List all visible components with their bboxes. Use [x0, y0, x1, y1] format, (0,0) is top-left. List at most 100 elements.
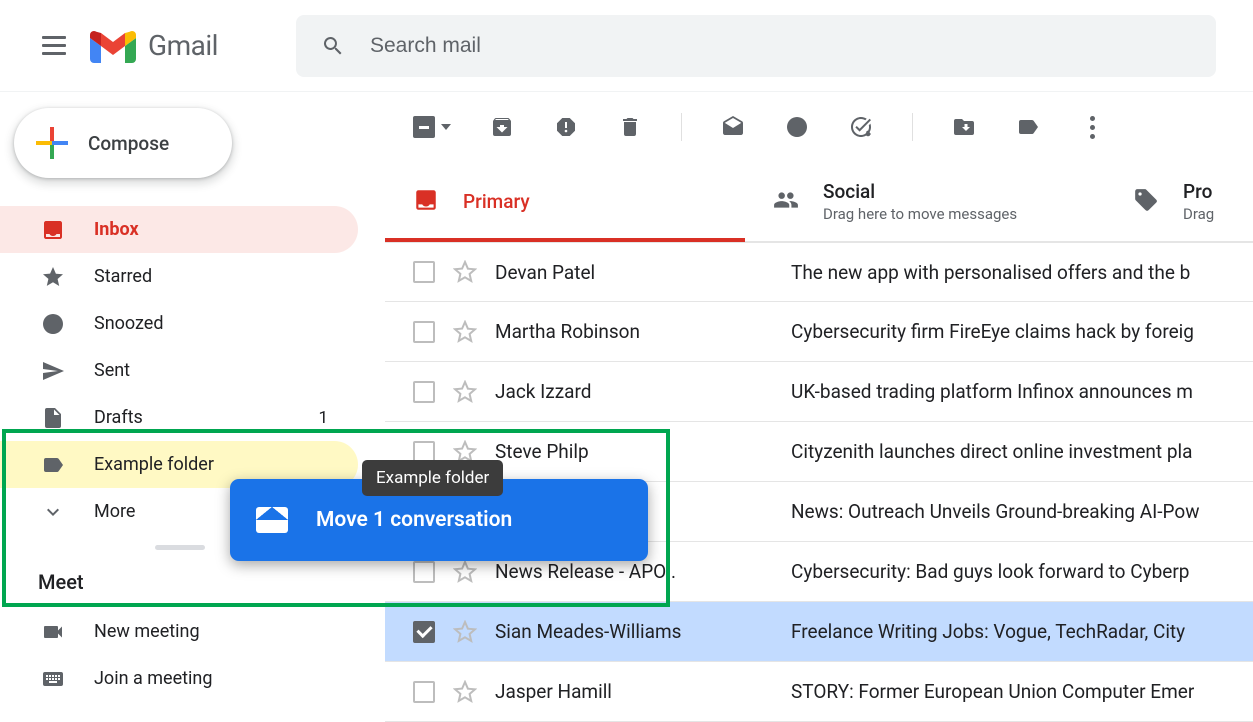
sidebar-item-inbox[interactable]: Inbox: [0, 206, 358, 253]
folder-move-icon: [952, 115, 976, 139]
report-spam-button[interactable]: [553, 114, 579, 140]
expand-icon: [40, 499, 66, 525]
trash-icon: [618, 115, 642, 139]
add-to-tasks-button[interactable]: [848, 114, 874, 140]
mark-read-button[interactable]: [720, 114, 746, 140]
sidebar-item-sent[interactable]: Sent: [0, 347, 358, 394]
row-checkbox[interactable]: [413, 681, 435, 703]
header: Gmail: [0, 0, 1253, 92]
select-all-button[interactable]: [413, 116, 451, 138]
people-icon: [773, 187, 799, 217]
star-button[interactable]: [453, 560, 477, 584]
category-tabs: Primary SocialDrag here to move messagesP…: [385, 162, 1253, 242]
row-sender: News Release - APO .: [495, 560, 773, 583]
tag-icon: [1133, 187, 1159, 217]
row-subject: Cybersecurity firm FireEye claims hack b…: [791, 320, 1194, 343]
row-subject: STORY: Former European Union Computer Em…: [791, 680, 1194, 703]
inbox-icon: [40, 217, 66, 243]
email-row[interactable]: Jasper Hamill STORY: Former European Unio…: [385, 662, 1253, 722]
drag-card-label: Move 1 conversation: [316, 508, 512, 532]
star-icon: [40, 264, 66, 290]
sidebar-item-snoozed[interactable]: Snoozed: [0, 300, 358, 347]
row-checkbox[interactable]: [413, 321, 435, 343]
nav-count: 1: [318, 408, 328, 428]
sidebar-item-starred[interactable]: Starred: [0, 253, 358, 300]
checkbox-partial-icon: [413, 116, 435, 138]
search-bar[interactable]: [296, 15, 1216, 77]
star-button[interactable]: [453, 320, 477, 344]
clock-icon: [40, 311, 66, 337]
star-button[interactable]: [453, 260, 477, 284]
row-sender: Jack Izzard: [495, 380, 773, 403]
toolbar: [385, 92, 1253, 162]
row-checkbox[interactable]: [413, 621, 435, 643]
video-icon: [40, 619, 66, 645]
row-sender: Sian Meades-Williams: [495, 620, 773, 643]
meet-label: Join a meeting: [94, 668, 212, 689]
nav-label: Inbox: [94, 219, 139, 240]
hamburger-icon: [42, 36, 66, 55]
keyboard-icon: [40, 666, 66, 692]
nav-label: Snoozed: [94, 313, 164, 334]
meet-item-new-meeting[interactable]: New meeting: [0, 608, 358, 655]
row-sender: Devan Patel: [495, 261, 773, 284]
star-button[interactable]: [453, 620, 477, 644]
row-subject: Cityzenith launches direct online invest…: [791, 440, 1192, 463]
nav-label: Example folder: [94, 454, 214, 475]
star-button[interactable]: [453, 680, 477, 704]
clock-icon: [785, 115, 809, 139]
send-icon: [40, 358, 66, 384]
delete-button[interactable]: [617, 114, 643, 140]
label-icon: [1016, 115, 1040, 139]
label-icon: [40, 452, 66, 478]
tab-social[interactable]: SocialDrag here to move messages: [745, 162, 1105, 241]
main-menu-button[interactable]: [30, 22, 78, 70]
meet-item-join-a-meeting[interactable]: Join a meeting: [0, 655, 358, 702]
row-subject: News: Outreach Unveils Ground-breaking A…: [791, 500, 1200, 523]
meet-section-header: Meet: [0, 570, 360, 594]
email-row[interactable]: Devan Patel The new app with personalised…: [385, 242, 1253, 302]
gmail-m-icon: [90, 29, 136, 63]
row-checkbox[interactable]: [413, 261, 435, 283]
gmail-logo[interactable]: Gmail: [90, 29, 218, 63]
plus-icon: [36, 127, 68, 159]
email-row[interactable]: Steve PhilpCityzenith launches direct on…: [385, 422, 1253, 482]
search-input[interactable]: [370, 34, 770, 58]
archive-icon: [490, 115, 514, 139]
labels-button[interactable]: [1015, 114, 1041, 140]
archive-button[interactable]: [489, 114, 515, 140]
sidebar-item-drafts[interactable]: Drafts1: [0, 394, 358, 441]
compose-label: Compose: [88, 132, 169, 155]
main-pane: Primary SocialDrag here to move messagesP…: [385, 92, 1253, 722]
tab-primary[interactable]: Primary: [385, 162, 745, 241]
caret-down-icon: [441, 124, 451, 130]
meet-label: New meeting: [94, 621, 200, 642]
move-to-button[interactable]: [951, 114, 977, 140]
compose-button[interactable]: Compose: [14, 108, 232, 178]
sidebar: Compose Inbox Starred Snoozed SentDrafts1 Ex…: [0, 92, 360, 702]
sidebar-resize-handle[interactable]: [155, 545, 205, 550]
tab-pro[interactable]: ProDrag: [1105, 162, 1253, 241]
gmail-logo-text: Gmail: [148, 29, 218, 62]
email-row[interactable]: Sian Meades-Williams Freelance Writing Jo…: [385, 602, 1253, 662]
tab-sublabel: Drag: [1183, 205, 1214, 223]
tab-label: Primary: [463, 190, 530, 213]
mail-open-icon: [721, 115, 745, 139]
envelope-icon: [256, 507, 288, 533]
row-sender: Jasper Hamill: [495, 680, 773, 703]
snooze-button[interactable]: [784, 114, 810, 140]
tab-sublabel: Drag here to move messages: [823, 205, 1017, 223]
drag-tooltip: Example folder: [362, 460, 503, 496]
email-row[interactable]: Jack IzzardUK-based trading platform Inf…: [385, 362, 1253, 422]
email-row[interactable]: Martha RobinsonCybersecurity firm FireEy…: [385, 302, 1253, 362]
row-subject: Freelance Writing Jobs: Vogue, TechRadar…: [791, 620, 1185, 643]
star-button[interactable]: [453, 380, 477, 404]
row-subject: The new app with personalised offers and…: [791, 261, 1190, 284]
row-checkbox[interactable]: [413, 381, 435, 403]
task-check-icon: [849, 115, 873, 139]
more-actions-button[interactable]: [1079, 114, 1105, 140]
row-checkbox[interactable]: [413, 561, 435, 583]
more-vert-icon: [1090, 116, 1095, 139]
search-icon: [321, 34, 345, 58]
inbox-icon: [413, 187, 439, 217]
